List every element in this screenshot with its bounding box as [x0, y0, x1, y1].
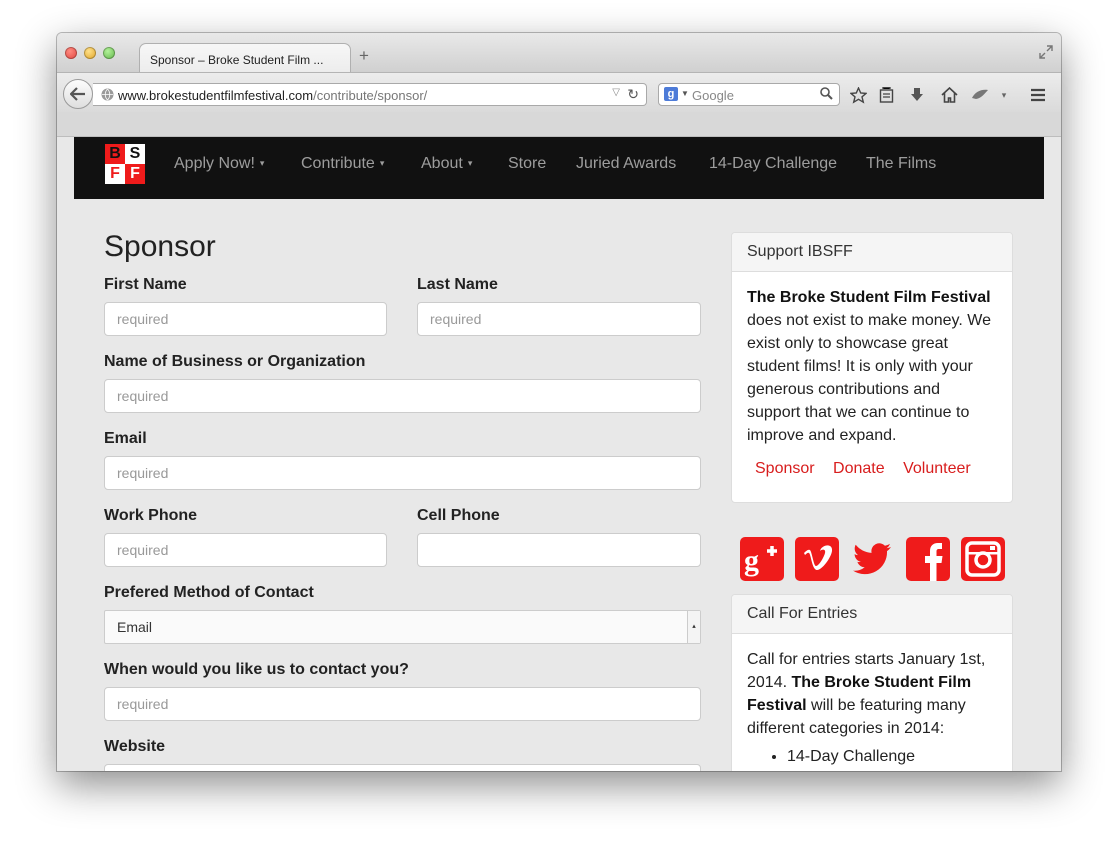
chevron-down-icon: ▾ [259, 158, 265, 168]
nav-apply-now-label: Apply Now! [174, 155, 255, 172]
logo-letter-f1: F [105, 164, 125, 184]
nav-about[interactable]: About ▾ [421, 155, 472, 173]
new-tab-button[interactable]: + [359, 47, 369, 64]
work-phone-input[interactable]: required [104, 533, 387, 567]
nav-14-day-challenge[interactable]: 14-Day Challenge [709, 155, 837, 173]
volunteer-link[interactable]: Volunteer [903, 460, 971, 477]
website-label: Website [104, 738, 166, 755]
addon-icon[interactable] [971, 86, 989, 104]
browser-tab-active[interactable]: Sponsor – Broke Student Film ... [139, 43, 351, 73]
chevron-down-icon: ▾ [379, 158, 385, 168]
entries-category-list: 14-Day Challenge [747, 745, 997, 768]
fullscreen-icon[interactable] [1039, 45, 1053, 64]
donate-link[interactable]: Donate [833, 460, 885, 477]
cell-phone-label: Cell Phone [417, 507, 500, 524]
call-for-entries-panel: Call For Entries Call for entries starts… [731, 594, 1013, 771]
addon-dropdown-icon[interactable]: ▾ [995, 86, 1013, 104]
tab-strip: Sponsor – Broke Student Film ... + [57, 33, 1061, 73]
home-icon[interactable] [940, 86, 958, 104]
nav-about-label: About [421, 155, 463, 172]
call-for-entries-body: Call for entries starts January 1st, 201… [732, 634, 1012, 771]
logo-letter-b: B [105, 144, 125, 164]
minimize-window-button[interactable] [84, 47, 96, 59]
contact-time-input[interactable]: required [104, 687, 701, 721]
zoom-window-button[interactable] [103, 47, 115, 59]
url-bar[interactable]: www.brokestudentfilmfestival.com/contrib… [93, 83, 647, 106]
history-dropdown-icon[interactable]: ▽ [612, 87, 620, 98]
instagram-icon[interactable] [961, 537, 1005, 581]
nav-the-films[interactable]: The Films [866, 155, 936, 173]
menu-hamburger-icon[interactable] [1029, 86, 1047, 104]
support-links: Sponsor Donate Volunteer [747, 457, 997, 480]
contact-method-value: Email [117, 619, 153, 635]
nav-juried-awards[interactable]: Juried Awards [576, 155, 676, 173]
first-name-input[interactable]: required [104, 302, 387, 336]
email-input[interactable]: required [104, 456, 701, 490]
reload-icon[interactable]: ↻ [627, 86, 639, 103]
url-path: /contribute/sponsor/ [313, 88, 428, 103]
browser-toolbar: www.brokestudentfilmfestival.com/contrib… [57, 72, 1061, 112]
site-navbar: B S F F Apply Now! ▾ Contribute ▾ About ▾ S… [74, 137, 1044, 199]
contact-method-label: Prefered Method of Contact [104, 584, 314, 601]
select-arrows-icon: ▴ [687, 611, 700, 643]
svg-text:g: g [744, 544, 759, 577]
nav-store[interactable]: Store [508, 155, 546, 173]
bookmarks-bar [57, 112, 1061, 137]
vimeo-icon[interactable] [795, 537, 839, 581]
google-icon[interactable]: g [664, 87, 678, 101]
page-title: Sponsor [104, 230, 216, 263]
search-placeholder: Google [692, 88, 734, 103]
google-plus-icon[interactable]: g [740, 537, 784, 581]
support-panel-body: The Broke Student Film Festival does not… [732, 272, 1012, 494]
browser-window: Sponsor – Broke Student Film ... + www.b… [57, 33, 1061, 771]
facebook-icon[interactable] [906, 537, 950, 581]
support-panel: Support IBSFF The Broke Student Film Fes… [731, 232, 1013, 503]
support-text: does not exist to make money. We exist o… [747, 312, 991, 444]
engine-dropdown-icon[interactable]: ▼ [681, 89, 689, 98]
nav-apply-now[interactable]: Apply Now! ▾ [174, 155, 264, 173]
last-name-input[interactable]: required [417, 302, 701, 336]
download-icon[interactable] [908, 86, 926, 104]
contact-time-label: When would you like us to contact you? [104, 661, 409, 678]
work-phone-label: Work Phone [104, 507, 198, 524]
cell-phone-input[interactable] [417, 533, 701, 567]
search-bar[interactable]: g ▼ Google [658, 83, 840, 106]
chevron-down-icon: ▾ [467, 158, 473, 168]
website-input[interactable] [104, 764, 701, 771]
url-text: www.brokestudentfilmfestival.com/contrib… [118, 88, 427, 103]
back-button[interactable] [63, 79, 93, 109]
nav-contribute[interactable]: Contribute ▾ [301, 155, 384, 173]
url-host: www.brokestudentfilmfestival.com [118, 88, 314, 103]
email-label: Email [104, 430, 147, 447]
call-for-entries-heading: Call For Entries [732, 595, 1012, 634]
tab-title: Sponsor – Broke Student Film ... [150, 53, 324, 67]
bsff-logo[interactable]: B S F F [105, 144, 145, 184]
list-item: 14-Day Challenge [787, 745, 997, 768]
first-name-label: First Name [104, 276, 187, 293]
last-name-label: Last Name [417, 276, 498, 293]
business-name-input[interactable]: required [104, 379, 701, 413]
close-window-button[interactable] [65, 47, 77, 59]
logo-letter-f2: F [125, 164, 145, 184]
business-name-label: Name of Business or Organization [104, 353, 366, 370]
reading-list-icon[interactable] [877, 86, 895, 104]
nav-contribute-label: Contribute [301, 155, 375, 172]
logo-letter-s: S [125, 144, 145, 164]
support-panel-heading: Support IBSFF [732, 233, 1012, 272]
sponsor-link[interactable]: Sponsor [755, 460, 815, 477]
search-icon[interactable] [820, 87, 833, 105]
support-bold-text: The Broke Student Film Festival [747, 289, 991, 306]
twitter-icon[interactable] [850, 537, 894, 581]
globe-icon [101, 88, 114, 106]
back-arrow-icon [70, 87, 85, 101]
bookmark-star-icon[interactable] [849, 86, 867, 104]
contact-method-select[interactable]: Email ▴ [104, 610, 701, 644]
